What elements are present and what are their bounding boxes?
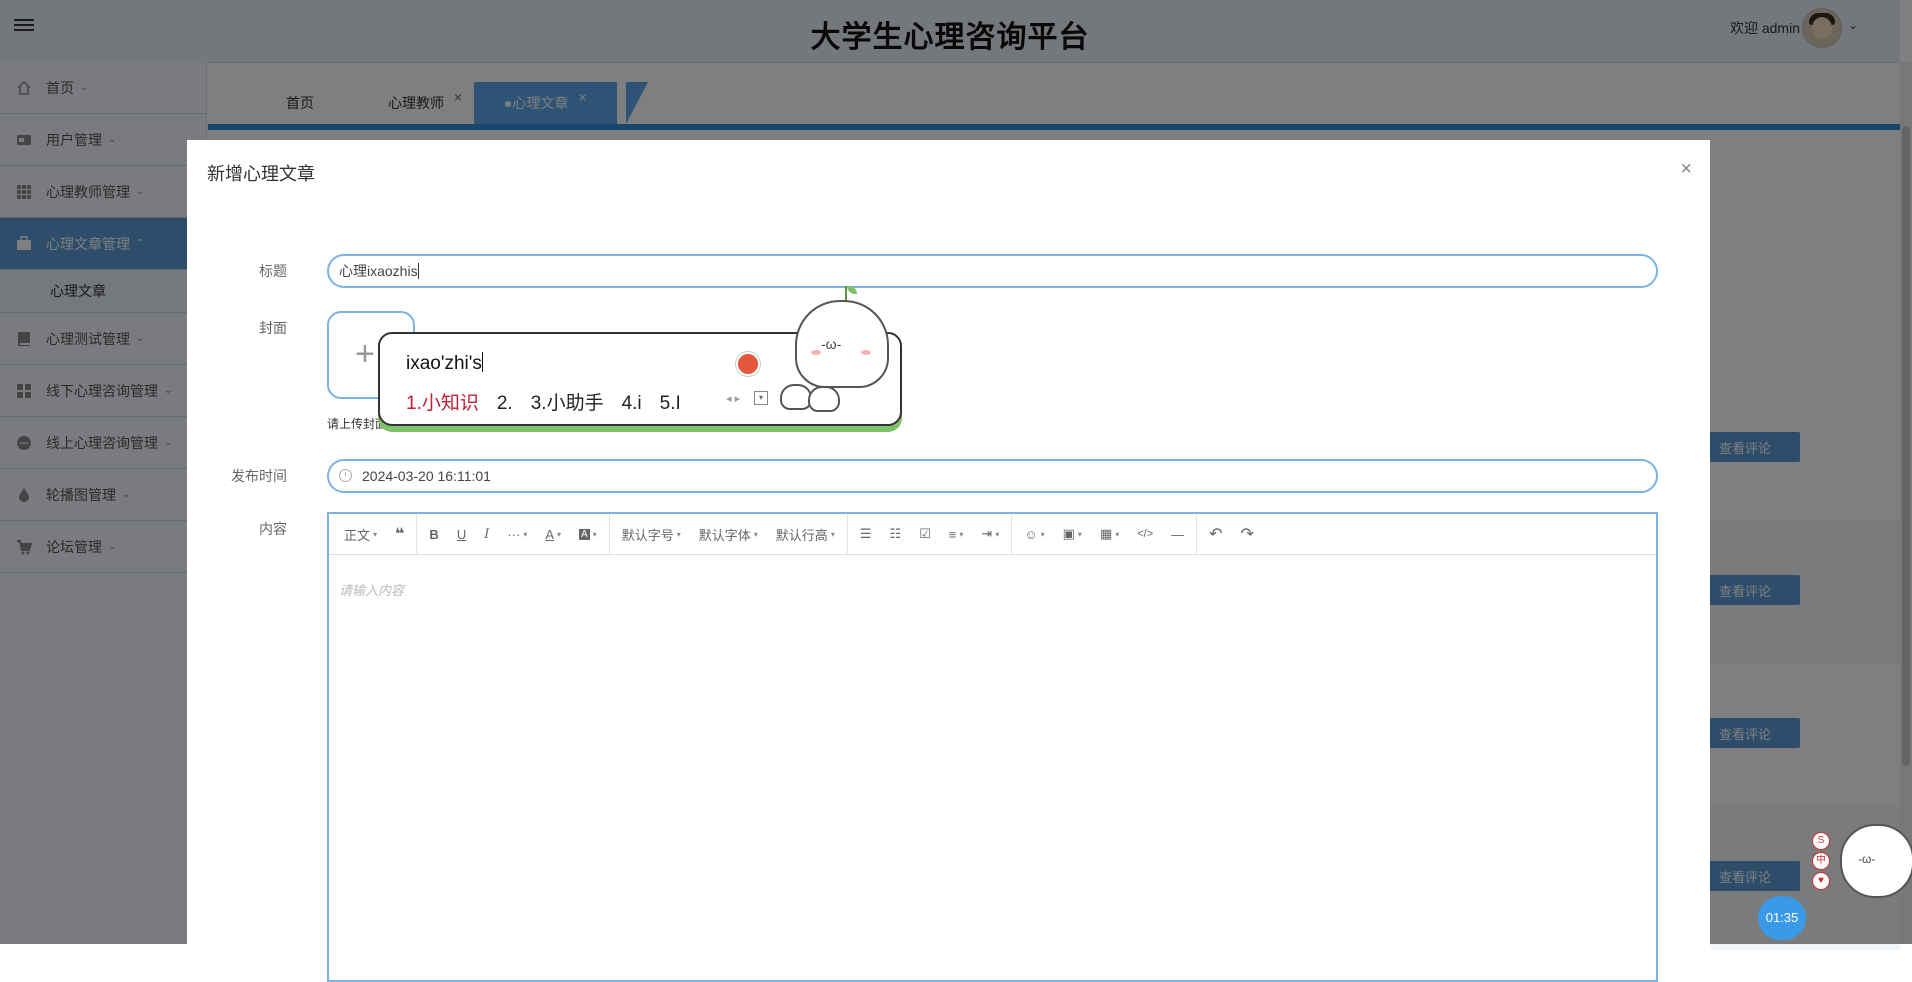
dropdown-icon: ▾	[753, 529, 758, 539]
mini-mascot-icon	[808, 386, 840, 412]
paragraph-label: 正文	[344, 527, 371, 543]
indent-dropdown[interactable]: ⇥ ▾	[972, 514, 1008, 554]
dropdown-icon: ▾	[523, 529, 528, 539]
dialog-title: 新增心理文章	[207, 164, 315, 184]
content-label: 内容	[259, 521, 287, 537]
app-root: 大学生心理咨询平台 欢迎 admin ⌄ 首页⌄ 用户管理⌄ 心理教师管理⌄ 心…	[0, 0, 1912, 982]
line-height-label: 默认行高	[775, 527, 828, 543]
ime-pinyin: ixao'zhi's	[406, 353, 482, 374]
paragraph-dropdown[interactable]: 正文 ▾	[335, 514, 386, 554]
indent-icon: ⇥	[981, 526, 993, 541]
ime-mascot-icon: -ω-	[795, 300, 889, 388]
toolbar-divider	[846, 514, 848, 554]
ime-candidate[interactable]: 3.小助手	[531, 393, 604, 414]
title-input[interactable]: 心理ixaozhis	[327, 254, 1658, 288]
dropdown-icon: ▾	[592, 529, 597, 539]
title-input-value: 心理ixaozhis	[339, 263, 418, 279]
toolbar-divider	[1011, 514, 1013, 554]
bullet-list-icon[interactable]: ☰	[851, 514, 881, 554]
quote-icon[interactable]: ❝	[386, 514, 413, 554]
dropdown-icon: ▾	[373, 529, 378, 539]
ime-candidate[interactable]: 1.小知识	[406, 393, 479, 414]
rich-text-editor[interactable]: 正文 ▾ ❝ B U I ··· ▾ A ▾ A ▾ 默认字号 ▾ 默认字体 ▾ 默认行高 ▾…	[327, 512, 1658, 982]
blush-icon	[811, 350, 821, 355]
divider-icon[interactable]: —	[1162, 514, 1193, 554]
title-label: 标题	[259, 263, 287, 279]
ime-expand-icon[interactable]: ▾	[754, 391, 768, 405]
font-size-label: 默认字号	[621, 527, 674, 543]
add-article-dialog: 新增心理文章 × 标题 心理ixaozhis 封面 + 请上传封面 发布时间 2…	[187, 140, 1710, 982]
toolbar-divider	[1196, 514, 1198, 554]
publish-time-value: 2024-03-20 16:11:01	[362, 468, 491, 484]
toolbar-divider	[416, 514, 418, 554]
font-family-dropdown[interactable]: 默认字体 ▾	[690, 514, 767, 554]
dropdown-icon: ▾	[1040, 529, 1045, 539]
dropdown-icon: ▾	[830, 529, 835, 539]
underline-icon[interactable]: U	[448, 514, 475, 554]
font-size-dropdown[interactable]: 默认字号 ▾	[613, 514, 690, 554]
dropdown-icon: ▾	[959, 529, 964, 539]
undo-icon[interactable]: ↶	[1200, 514, 1231, 554]
align-icon: ≡	[948, 526, 957, 542]
mascot-face: -ω-	[1858, 852, 1876, 866]
emoji-icon: ☺	[1024, 526, 1038, 542]
emoji-dropdown[interactable]: ☺ ▾	[1015, 514, 1053, 554]
table-icon: ▦	[1099, 526, 1113, 541]
blush-icon	[861, 350, 871, 355]
dropdown-icon: ▾	[557, 529, 562, 539]
todo-icon[interactable]: ☑	[910, 514, 940, 554]
ime-mode-button[interactable]: S	[1812, 832, 1830, 850]
bg-color-dropdown[interactable]: A ▾	[570, 514, 606, 554]
plus-icon: +	[355, 335, 375, 373]
italic-icon[interactable]: I	[475, 514, 498, 554]
content-placeholder: 请输入内容	[339, 583, 405, 598]
bg-color-icon: A	[579, 528, 590, 540]
clock-icon	[339, 469, 352, 482]
image-icon: ▣	[1062, 526, 1075, 541]
dropdown-icon: ▾	[995, 529, 1000, 539]
dropdown-icon: ▾	[676, 529, 681, 539]
redo-icon[interactable]: ↷	[1232, 514, 1263, 554]
more-format-dropdown[interactable]: ··· ▾	[498, 514, 536, 554]
ime-page-arrows-icon[interactable]: ◂ ▸	[726, 392, 740, 405]
cover-hint: 请上传封面	[327, 417, 388, 431]
code-icon[interactable]: </>	[1128, 514, 1162, 554]
table-dropdown[interactable]: ▦ ▾	[1091, 514, 1128, 554]
text-cursor	[417, 263, 419, 279]
ime-candidate[interactable]: 2.	[497, 393, 513, 414]
publish-time-picker[interactable]: 2024-03-20 16:11:01	[327, 459, 1658, 493]
toolbar-divider	[608, 514, 610, 554]
ime-candidate[interactable]: 5.I	[660, 393, 681, 414]
more-icon: ···	[507, 526, 521, 542]
editor-toolbar: 正文 ▾ ❝ B U I ··· ▾ A ▾ A ▾ 默认字号 ▾ 默认字体 ▾ 默认行高 ▾…	[329, 514, 1656, 555]
ime-candidates: 1.小知识 2. 3.小助手 4.i 5.I	[406, 388, 699, 415]
publish-time-label: 发布时间	[231, 468, 287, 484]
cover-label: 封面	[259, 320, 287, 336]
font-family-label: 默认字体	[698, 527, 751, 543]
timer-badge[interactable]: 01:35	[1758, 896, 1806, 940]
dropdown-icon: ▾	[1077, 529, 1082, 539]
bold-icon[interactable]: B	[420, 514, 447, 554]
ime-logo-icon	[736, 352, 760, 376]
corner-mascot-icon[interactable]: -ω-	[1840, 824, 1912, 898]
ime-candidate[interactable]: 4.i	[622, 393, 642, 414]
line-height-dropdown[interactable]: 默认行高 ▾	[767, 514, 844, 554]
align-dropdown[interactable]: ≡ ▾	[940, 514, 973, 554]
ime-lang-button[interactable]: 中	[1812, 852, 1830, 870]
image-dropdown[interactable]: ▣ ▾	[1054, 514, 1091, 554]
numbered-list-icon[interactable]: ☷	[880, 514, 910, 554]
ime-skin-button[interactable]: ♥	[1812, 872, 1830, 890]
dropdown-icon: ▾	[1115, 529, 1120, 539]
font-color-icon: A	[545, 526, 555, 542]
font-color-dropdown[interactable]: A ▾	[536, 514, 570, 554]
close-icon[interactable]: ×	[1680, 158, 1692, 181]
mascot-face: -ω-	[821, 336, 842, 352]
